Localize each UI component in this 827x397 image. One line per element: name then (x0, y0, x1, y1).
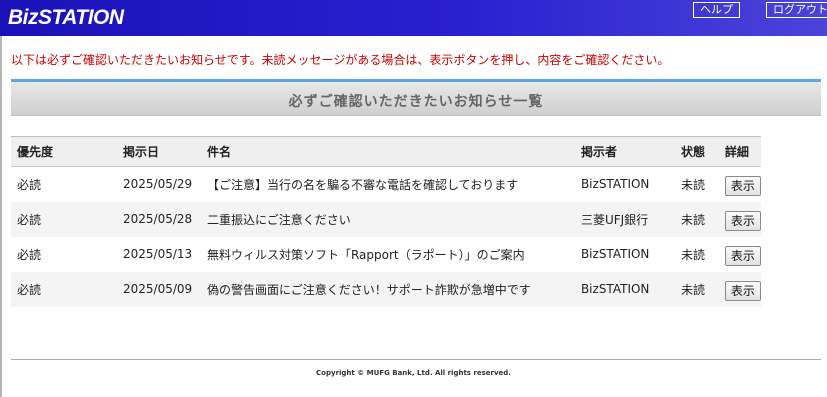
left-border (0, 36, 2, 397)
cell-detail: 表示 (718, 201, 761, 237)
cell-detail: 表示 (718, 271, 761, 307)
notice-table: 優先度 掲示日 件名 掲示者 状態 詳細 必読 2025/05/29 【ご注意】… (11, 136, 761, 307)
cell-status: 未読 (674, 201, 719, 237)
cell-date: 2025/05/13 (116, 236, 201, 272)
header-poster: 掲示者 (574, 136, 675, 167)
cell-poster: 三菱UFJ銀行 (574, 201, 675, 237)
cell-date: 2025/05/09 (116, 271, 201, 307)
cell-poster: BizSTATION (574, 166, 675, 202)
bizstation-logo: BizSTATION (8, 6, 124, 29)
footer-divider (11, 359, 821, 360)
table-row: 必読 2025/05/29 【ご注意】当行の名を騙る不審な電話を確認しております… (11, 166, 761, 202)
cell-poster: BizSTATION (574, 271, 675, 307)
cell-date: 2025/05/28 (116, 201, 201, 237)
cell-title: 【ご注意】当行の名を騙る不審な電話を確認しております (200, 166, 575, 202)
cell-priority: 必読 (11, 271, 117, 307)
header-status: 状態 (674, 136, 719, 167)
cell-detail: 表示 (718, 166, 761, 202)
table-row: 必読 2025/05/09 偽の警告画面にご注意ください！サポート詐欺が急増中で… (11, 271, 761, 307)
table-row: 必読 2025/05/13 無料ウィルス対策ソフト「Rapport（ラポート）」… (11, 236, 761, 272)
cell-status: 未読 (674, 236, 719, 272)
cell-poster: BizSTATION (574, 236, 675, 272)
cell-title: 二重振込にご注意ください (200, 201, 575, 237)
important-notice-text: 以下は必ずご確認いただきたいお知らせです。未読メッセージがある場合は、表示ボタン… (11, 53, 670, 67)
section-header: 必ずご確認いただきたいお知らせ一覧 (11, 79, 821, 116)
cell-priority: 必読 (11, 201, 117, 237)
view-button[interactable]: 表示 (724, 246, 761, 266)
copyright-text: Copyright © MUFG Bank, Ltd. All rights r… (316, 369, 511, 377)
cell-priority: 必読 (11, 166, 117, 202)
cell-detail: 表示 (718, 236, 761, 272)
cell-title: 無料ウィルス対策ソフト「Rapport（ラポート）」のご案内 (200, 236, 575, 272)
view-button[interactable]: 表示 (724, 211, 761, 231)
header-title: 件名 (200, 136, 575, 167)
header-detail: 詳細 (718, 136, 761, 167)
cell-date: 2025/05/29 (116, 166, 201, 202)
logout-button[interactable]: ログアウト (766, 2, 827, 18)
cell-priority: 必読 (11, 236, 117, 272)
section-title: 必ずご確認いただきたいお知らせ一覧 (288, 94, 544, 110)
cell-title: 偽の警告画面にご注意ください！サポート詐欺が急増中です (200, 271, 575, 307)
cell-status: 未読 (674, 166, 719, 202)
app-header: BizSTATION ヘルプ ログアウト (0, 0, 827, 36)
view-button[interactable]: 表示 (724, 281, 761, 301)
view-button[interactable]: 表示 (724, 176, 761, 197)
table-header-row: 優先度 掲示日 件名 掲示者 状態 詳細 (11, 136, 761, 167)
table-row: 必読 2025/05/28 二重振込にご注意ください 三菱UFJ銀行 未読 表示 (11, 201, 761, 237)
header-date: 掲示日 (116, 136, 201, 167)
header-priority: 優先度 (11, 136, 117, 167)
cell-status: 未読 (674, 271, 719, 307)
help-button[interactable]: ヘルプ (693, 2, 740, 18)
